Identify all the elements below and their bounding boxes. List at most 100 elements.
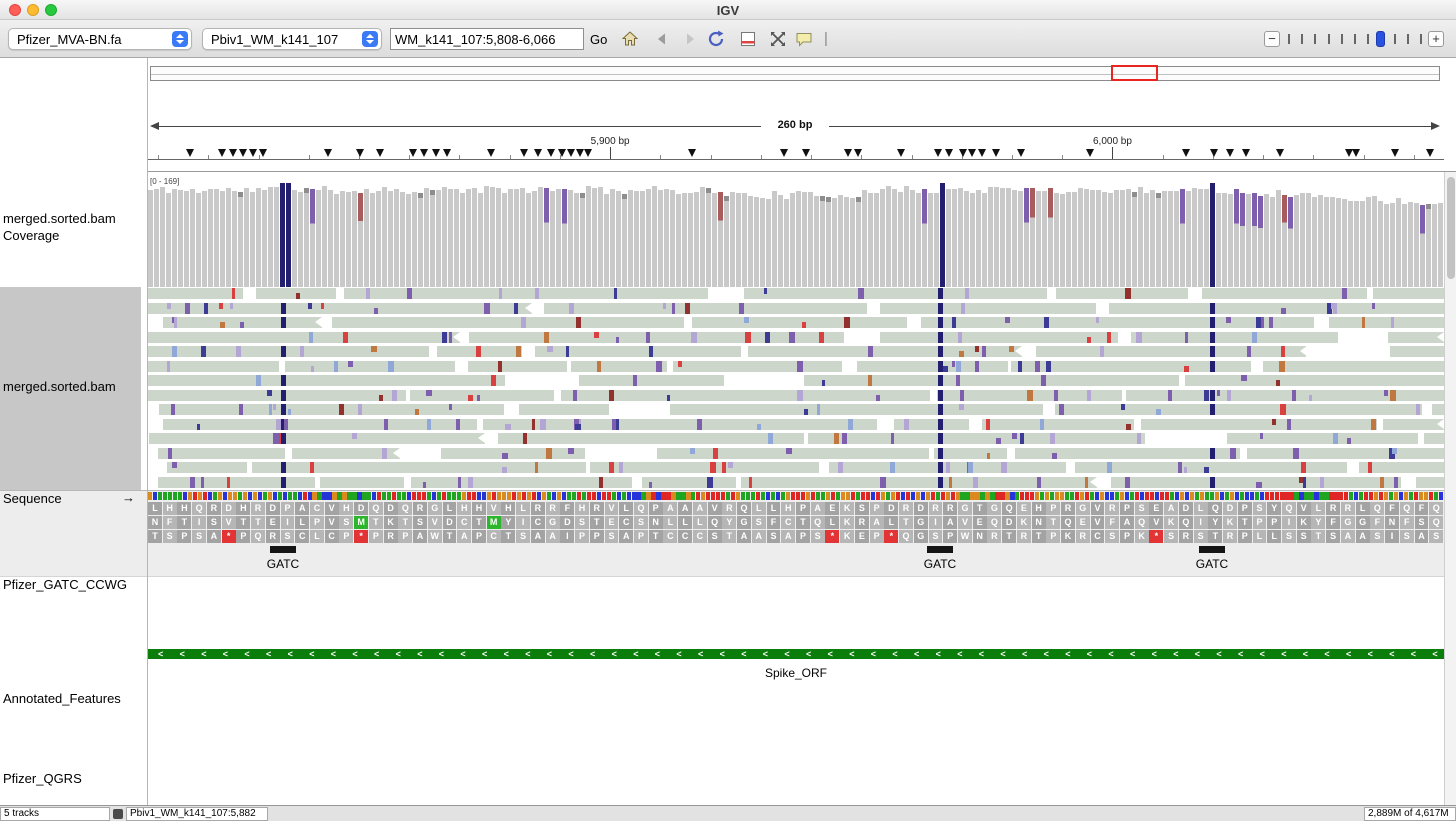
aligned-read[interactable]	[158, 477, 315, 488]
aligned-read[interactable]	[1035, 346, 1307, 357]
aligned-read[interactable]	[1388, 332, 1444, 343]
refresh-button[interactable]	[706, 29, 726, 49]
aligned-read[interactable]	[1131, 332, 1338, 343]
aligned-read[interactable]	[1141, 419, 1378, 430]
track-name-qgrs[interactable]: Pfizer_QGRS	[3, 770, 143, 787]
zoom-slider-thumb[interactable]	[1376, 31, 1385, 47]
aligned-read[interactable]	[1383, 419, 1444, 430]
alignments-track[interactable]	[148, 288, 1444, 490]
aligned-read[interactable]	[158, 448, 286, 459]
aligned-read[interactable]	[148, 346, 429, 357]
aligned-read[interactable]	[467, 361, 567, 372]
define-region-button[interactable]	[738, 29, 758, 49]
aligned-read[interactable]	[672, 361, 843, 372]
aligned-read[interactable]	[1389, 346, 1444, 357]
chromosome-ideogram[interactable]	[150, 65, 1440, 81]
aligned-read[interactable]	[692, 317, 908, 328]
aligned-read[interactable]	[1373, 288, 1444, 299]
aligned-read[interactable]	[1423, 433, 1444, 444]
aligned-read[interactable]	[920, 317, 1315, 328]
aligned-read[interactable]	[589, 462, 819, 473]
aligned-read[interactable]	[167, 462, 247, 473]
track-name-alignments[interactable]: merged.sorted.bam	[3, 378, 143, 395]
genome-select[interactable]: Pfizer_MVA-BN.fa	[8, 28, 192, 50]
aligned-read[interactable]	[519, 404, 609, 415]
aligned-read[interactable]	[1014, 448, 1240, 459]
track-name-gatc[interactable]: Pfizer_GATC_CCWG	[3, 576, 143, 593]
sequence-strand-arrow-icon[interactable]: →	[122, 490, 135, 505]
scrollbar-thumb[interactable]	[1447, 177, 1455, 279]
vertical-scrollbar[interactable]	[1444, 172, 1456, 805]
aligned-read[interactable]	[642, 477, 737, 488]
aligned-read[interactable]	[319, 477, 405, 488]
aligned-read[interactable]	[469, 332, 845, 343]
aligned-read[interactable]	[1056, 288, 1188, 299]
aligned-read[interactable]	[560, 390, 931, 401]
aligned-read[interactable]	[1185, 375, 1444, 386]
aligned-read[interactable]	[570, 361, 667, 372]
aligned-read[interactable]	[148, 375, 505, 386]
aligned-read[interactable]	[803, 375, 1179, 386]
aligned-read[interactable]	[159, 404, 504, 415]
aligned-read[interactable]	[1431, 404, 1444, 415]
aligned-read[interactable]	[497, 433, 804, 444]
gatc-feature[interactable]	[270, 546, 296, 553]
coverage-bar	[154, 189, 159, 287]
aligned-read[interactable]	[1109, 303, 1444, 314]
comment-button[interactable]	[794, 29, 814, 49]
translation-row-3[interactable]: T S P S A * P Q R S C L C P * P R P A W T A P C T S A A I P P S A P T C C C S T…	[148, 530, 1444, 543]
go-button[interactable]: Go	[590, 32, 607, 47]
aligned-read[interactable]	[148, 288, 243, 299]
forward-button[interactable]	[680, 29, 700, 49]
aligned-read[interactable]	[808, 433, 1145, 444]
aligned-read[interactable]	[982, 419, 1134, 430]
fit-to-window-button[interactable]	[768, 29, 788, 49]
aligned-read[interactable]	[1415, 477, 1444, 488]
coverage-track[interactable]: [0 - 169]	[148, 175, 1444, 287]
aligned-read[interactable]	[1126, 390, 1444, 401]
aligned-read[interactable]	[441, 448, 586, 459]
zoom-in-button[interactable]: +	[1428, 31, 1444, 47]
aligned-read[interactable]	[879, 303, 1097, 314]
sequence-bases-row[interactable]	[148, 492, 1444, 500]
aligned-read[interactable]	[856, 361, 1008, 372]
gatc-feature[interactable]	[927, 546, 953, 553]
zoom-slider[interactable]	[1288, 31, 1424, 47]
gatc-feature[interactable]	[1199, 546, 1225, 553]
translation-row-2[interactable]: NFTISVTTEILPVSMTKTSVDCTMYICGDSTECSNLLLQY…	[148, 516, 1444, 529]
aligned-read[interactable]	[1329, 317, 1444, 328]
aligned-read[interactable]	[1262, 361, 1444, 372]
aligned-read[interactable]	[879, 332, 1118, 343]
aligned-read[interactable]	[148, 390, 406, 401]
status-icon[interactable]	[113, 809, 123, 819]
aligned-read[interactable]	[544, 303, 867, 314]
gatc-track[interactable]: GATC GATC GATC	[148, 546, 1444, 576]
track-name-sequence[interactable]: Sequence	[3, 490, 113, 507]
aligned-read[interactable]	[578, 375, 724, 386]
aligned-read[interactable]	[1227, 433, 1419, 444]
chromosome-select[interactable]: Pbiv1_WM_k141_107	[202, 28, 382, 50]
aligned-read[interactable]	[1054, 404, 1423, 415]
aligned-read[interactable]	[656, 448, 930, 459]
spike-orf-feature[interactable]: < < < < < < < < < < < < < < < < < < < < < < < < < < < < < < < < < < < < < < < <…	[148, 649, 1444, 659]
coverage-bar	[580, 193, 585, 287]
aligned-read[interactable]	[740, 477, 1097, 488]
aligned-read[interactable]	[149, 433, 486, 444]
track-name-annotated-features[interactable]: Annotated_Features	[3, 690, 143, 707]
back-button[interactable]	[652, 29, 672, 49]
aligned-read[interactable]	[332, 317, 684, 328]
track-name-coverage[interactable]: merged.sorted.bam Coverage	[3, 210, 143, 244]
visible-region-box[interactable]	[1111, 65, 1158, 81]
mismatch-mark	[574, 424, 581, 430]
locus-input[interactable]	[390, 28, 584, 50]
zoom-out-button[interactable]: −	[1264, 31, 1280, 47]
aligned-read[interactable]	[669, 404, 1043, 415]
aligned-read[interactable]	[343, 288, 708, 299]
aligned-read[interactable]	[1247, 448, 1444, 459]
aligned-read[interactable]	[933, 448, 1008, 459]
aligned-read[interactable]	[743, 288, 1048, 299]
translation-row-1[interactable]: LHHQRDHRDPACVHDQDQRGLHHVHLRRFHRVLQPAAAVR…	[148, 502, 1444, 515]
home-button[interactable]	[620, 29, 640, 49]
aligned-read[interactable]	[148, 332, 461, 343]
base-position-ruler[interactable]: 5,900 bp 6,000 bp	[148, 136, 1444, 160]
